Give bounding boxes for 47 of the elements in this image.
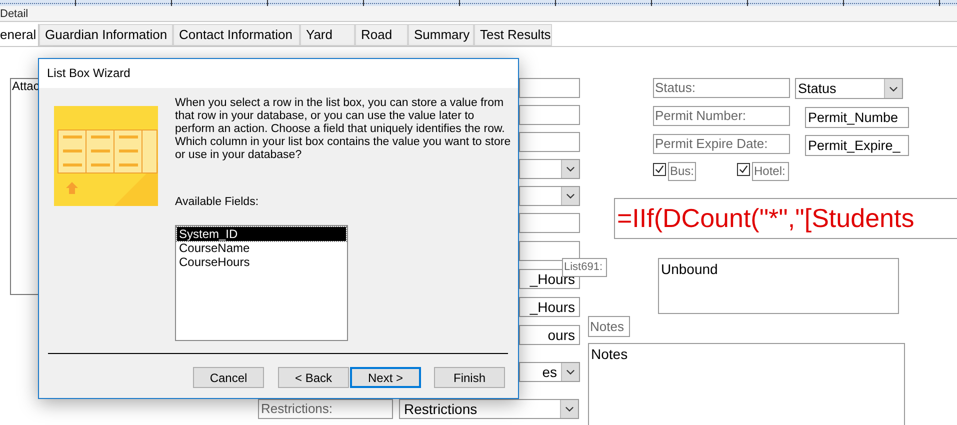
text-box[interactable] [519, 213, 580, 233]
checkbox-label: Bus: [668, 162, 696, 181]
field-label: Permit Number: [653, 106, 790, 126]
field-label: Status: [653, 78, 790, 98]
instruction-text: When you select a row in the list box, you can store a value from that row in your database, or you can use the value later to perform an action. Choose a field that uniquely identifies the row. Which column in your list box contains the value you want to store or use in your database? [175, 97, 511, 162]
field-label: Notes [588, 316, 630, 337]
field-label: Restrictions: [258, 399, 393, 419]
dialog-button[interactable]: Cancel [193, 367, 264, 388]
combo-box[interactable]: es [519, 362, 580, 382]
list-box-illustration-icon [54, 106, 158, 206]
tab[interactable]: eneral [0, 24, 39, 47]
dialog-button[interactable]: Finish [434, 367, 505, 388]
tab[interactable]: Road [355, 24, 408, 46]
dialog-button[interactable]: < Back [278, 367, 349, 388]
list-box[interactable]: Unbound [658, 258, 899, 314]
dialog-title: List Box Wizard [39, 59, 518, 88]
field-label: List691: [562, 258, 607, 277]
field-label: Permit Expire Date: [653, 134, 790, 154]
combo-box[interactable] [519, 186, 580, 206]
formula-text-box[interactable]: =IIf(DCount("*","[Students [614, 198, 957, 239]
text-box[interactable] [519, 78, 580, 98]
section-bar: Detail [0, 6, 957, 22]
checkbox[interactable] [653, 163, 666, 176]
text-box[interactable]: ours [519, 325, 580, 345]
checkbox[interactable] [737, 163, 750, 176]
notes-text-box[interactable]: Notes [588, 343, 905, 425]
tab[interactable]: Contact Information [173, 24, 300, 46]
checkbox-label: Hotel: [752, 162, 789, 181]
list-item[interactable]: System_ID [177, 227, 346, 241]
list-item[interactable]: CourseName [177, 241, 346, 255]
text-box[interactable] [519, 105, 580, 125]
fields-label: Available Fields: [175, 196, 259, 209]
tab[interactable]: Yard [300, 24, 355, 46]
combo-box[interactable]: Restrictions [399, 399, 579, 419]
text-box[interactable] [519, 241, 580, 261]
tab[interactable]: Test Results [474, 24, 552, 46]
tab[interactable]: Summary [408, 24, 474, 46]
dialog-button[interactable]: Next > [350, 367, 421, 388]
text-box[interactable]: Permit_Numbe [805, 107, 909, 128]
text-box[interactable]: Permit_Expire_ [805, 135, 909, 156]
list-item[interactable]: CourseHours [177, 255, 346, 269]
fields-list-box[interactable]: System_ID CourseName CourseHours [175, 225, 348, 341]
tab[interactable]: Guardian Information [39, 24, 173, 46]
combo-box[interactable] [519, 159, 580, 179]
combo-box[interactable]: Status [795, 78, 903, 99]
text-box[interactable] [519, 132, 580, 152]
text-box[interactable]: _Hours [519, 297, 580, 317]
